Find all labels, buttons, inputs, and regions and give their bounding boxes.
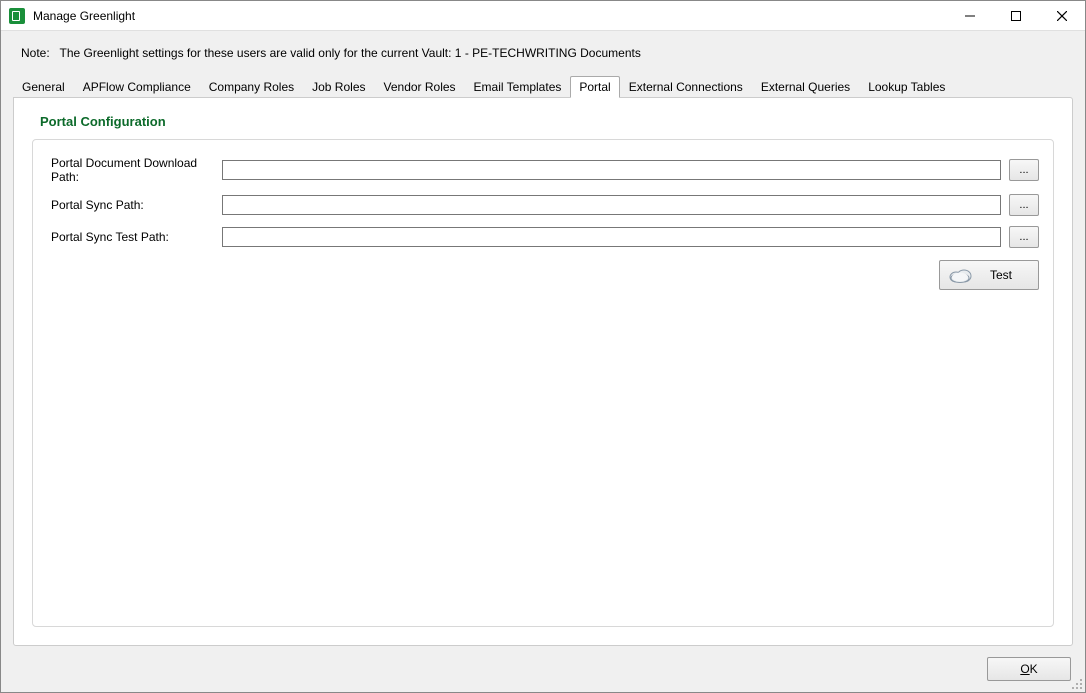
tab-vendor-roles[interactable]: Vendor Roles <box>375 76 465 98</box>
tab-strip: General APFlow Compliance Company Roles … <box>13 75 1073 97</box>
note-text: The Greenlight settings for these users … <box>60 46 641 60</box>
tab-lookup-tables[interactable]: Lookup Tables <box>859 76 954 98</box>
tab-portal[interactable]: Portal <box>570 76 619 98</box>
portal-groupbox: Portal Document Download Path: ... Porta… <box>32 139 1054 627</box>
row-sync-test-path: Portal Sync Test Path: ... <box>47 226 1039 248</box>
window-controls <box>947 1 1085 30</box>
browse-download-path-button[interactable]: ... <box>1009 159 1039 181</box>
tab-page-portal: Portal Configuration Portal Document Dow… <box>13 97 1073 646</box>
input-sync-path[interactable] <box>222 195 1001 215</box>
maximize-icon <box>1011 11 1021 21</box>
input-sync-test-path[interactable] <box>222 227 1001 247</box>
test-button-label: Test <box>990 268 1012 282</box>
tab-external-connections[interactable]: External Connections <box>620 76 752 98</box>
titlebar: Manage Greenlight <box>1 1 1085 31</box>
minimize-button[interactable] <box>947 1 993 31</box>
close-icon <box>1057 11 1067 21</box>
label-download-path: Portal Document Download Path: <box>47 156 222 184</box>
tab-company-roles[interactable]: Company Roles <box>200 76 303 98</box>
window-title: Manage Greenlight <box>33 9 947 23</box>
tab-external-queries[interactable]: External Queries <box>752 76 859 98</box>
label-sync-test-path: Portal Sync Test Path: <box>47 230 222 244</box>
test-button[interactable]: Test <box>939 260 1039 290</box>
app-icon <box>9 8 25 24</box>
tabs-container: General APFlow Compliance Company Roles … <box>13 75 1073 646</box>
note-label: Note: <box>21 46 50 60</box>
ok-button[interactable]: OK <box>987 657 1071 681</box>
label-sync-path: Portal Sync Path: <box>47 198 222 212</box>
maximize-button[interactable] <box>993 1 1039 31</box>
window-root: Manage Greenlight Note: The Greenlight s… <box>0 0 1086 693</box>
row-download-path: Portal Document Download Path: ... <box>47 156 1039 184</box>
tab-general[interactable]: General <box>13 76 74 98</box>
tab-apflow-compliance[interactable]: APFlow Compliance <box>74 76 200 98</box>
section-title: Portal Configuration <box>32 108 1054 139</box>
tab-email-templates[interactable]: Email Templates <box>465 76 571 98</box>
bottom-bar: OK <box>1 646 1085 692</box>
browse-sync-test-path-button[interactable]: ... <box>1009 226 1039 248</box>
input-download-path[interactable] <box>222 160 1001 180</box>
browse-sync-path-button[interactable]: ... <box>1009 194 1039 216</box>
ok-button-label: OK <box>1020 662 1037 676</box>
tab-job-roles[interactable]: Job Roles <box>303 76 374 98</box>
close-button[interactable] <box>1039 1 1085 31</box>
minimize-icon <box>965 11 975 21</box>
note-row: Note: The Greenlight settings for these … <box>1 31 1085 70</box>
cloud-icon <box>948 267 972 283</box>
content-area: Note: The Greenlight settings for these … <box>1 31 1085 692</box>
row-sync-path: Portal Sync Path: ... <box>47 194 1039 216</box>
resize-grip[interactable] <box>1069 676 1083 690</box>
test-row: Test <box>47 260 1039 290</box>
